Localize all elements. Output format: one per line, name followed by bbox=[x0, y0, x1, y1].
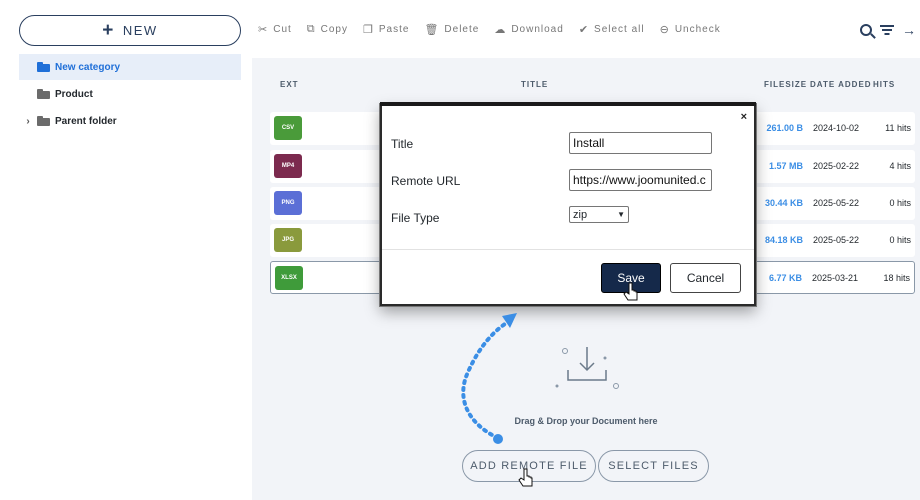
column-ext[interactable]: EXT bbox=[280, 80, 299, 89]
copy-button[interactable]: ⧉ Copy bbox=[307, 23, 348, 36]
search-icon[interactable] bbox=[860, 24, 872, 36]
select-files-button[interactable]: SELECT FILES bbox=[598, 450, 709, 482]
download-button[interactable]: ☁ Download bbox=[494, 23, 563, 36]
file-date: 2025-05-22 bbox=[812, 235, 859, 245]
toolbar-right: → bbox=[860, 22, 916, 38]
cut-button[interactable]: ✂ Cut bbox=[258, 23, 292, 36]
upload-icon bbox=[555, 347, 619, 389]
modal-divider bbox=[382, 249, 754, 250]
file-hits: 18 hits bbox=[883, 273, 910, 283]
copy-label: Copy bbox=[320, 23, 348, 35]
download-label: Download bbox=[511, 23, 564, 35]
paste-label: Paste bbox=[378, 23, 410, 35]
cut-label: Cut bbox=[273, 23, 292, 35]
new-button-label: NEW bbox=[122, 23, 158, 38]
folder-icon bbox=[37, 62, 50, 72]
file-type-badge: MP4 bbox=[274, 154, 302, 178]
column-title[interactable]: TITLE bbox=[521, 80, 548, 89]
file-hits: 11 hits bbox=[885, 123, 911, 133]
uncheck-button[interactable]: ⊖ Uncheck bbox=[660, 23, 721, 36]
file-type-select[interactable]: zip ▼ bbox=[569, 206, 629, 223]
chevron-down-icon: ▼ bbox=[617, 210, 625, 219]
remote-url-label: Remote URL bbox=[391, 174, 461, 188]
file-size: 1.57 MB bbox=[768, 161, 803, 171]
save-button[interactable]: Save bbox=[601, 263, 661, 293]
category-parent-folder[interactable]: › Parent folder bbox=[19, 108, 241, 134]
category-tree: New category Product › Parent folder bbox=[19, 54, 241, 135]
category-label: Parent folder bbox=[55, 115, 117, 127]
arrow-right-icon[interactable]: → bbox=[902, 22, 916, 38]
file-hits: 0 hits bbox=[889, 235, 911, 245]
category-label: New category bbox=[55, 61, 121, 73]
scissors-icon: ✂ bbox=[258, 23, 269, 36]
filter-icon[interactable] bbox=[880, 24, 894, 36]
cancel-button[interactable]: Cancel bbox=[670, 263, 741, 293]
toolbar: ✂ Cut ⧉ Copy ❐ Paste 🗑 Delete ☁ Download… bbox=[252, 0, 920, 58]
trash-icon: 🗑 bbox=[424, 23, 440, 36]
uncheck-icon: ⊖ bbox=[659, 23, 670, 36]
column-filesize[interactable]: FILESIZE bbox=[764, 80, 807, 89]
category-new-category[interactable]: New category bbox=[19, 54, 241, 80]
folder-icon bbox=[37, 116, 50, 126]
title-label: Title bbox=[391, 137, 414, 151]
paste-icon: ❐ bbox=[363, 23, 374, 36]
uncheck-label: Uncheck bbox=[674, 23, 721, 35]
file-hits: 4 hits bbox=[889, 161, 911, 171]
file-type-badge: CSV bbox=[274, 116, 302, 140]
column-date-added[interactable]: DATE ADDED bbox=[810, 80, 872, 89]
category-product[interactable]: Product bbox=[19, 81, 241, 107]
file-type-label: File Type bbox=[391, 211, 440, 225]
paste-button[interactable]: ❐ Paste bbox=[363, 23, 409, 36]
file-type-badge: XLSX bbox=[275, 266, 303, 290]
file-type-value: zip bbox=[573, 208, 588, 221]
file-date: 2024-10-02 bbox=[812, 123, 859, 133]
delete-button[interactable]: 🗑 Delete bbox=[424, 23, 479, 36]
file-size: 84.18 KB bbox=[764, 235, 803, 245]
drag-drop-text: Drag & Drop your Document here bbox=[514, 416, 658, 426]
close-icon[interactable]: × bbox=[741, 111, 747, 123]
file-type-badge: JPG bbox=[274, 228, 302, 252]
plus-icon: + bbox=[102, 20, 115, 41]
remote-url-input[interactable]: https://www.joomunited.c bbox=[569, 169, 712, 191]
file-size: 6.77 KB bbox=[768, 273, 802, 283]
file-size: 30.44 KB bbox=[764, 198, 803, 208]
file-type-badge: PNG bbox=[274, 191, 302, 215]
delete-label: Delete bbox=[444, 23, 480, 35]
copy-icon: ⧉ bbox=[306, 22, 316, 35]
file-size: 261.00 B bbox=[766, 123, 803, 133]
chevron-right-icon[interactable]: › bbox=[19, 116, 37, 127]
select-all-label: Select all bbox=[594, 23, 645, 35]
file-date: 2025-05-22 bbox=[812, 198, 859, 208]
sidebar: + NEW New category Product › Parent fold… bbox=[0, 0, 252, 500]
select-all-button[interactable]: ✔ Select all bbox=[579, 23, 645, 36]
file-hits: 0 hits bbox=[889, 198, 911, 208]
file-date: 2025-03-21 bbox=[811, 273, 858, 283]
file-date: 2025-02-22 bbox=[812, 161, 859, 171]
check-all-icon: ✔ bbox=[578, 23, 590, 36]
add-remote-file-dialog: × Title Install Remote URL https://www.j… bbox=[380, 102, 756, 306]
download-icon: ☁ bbox=[494, 23, 507, 36]
category-label: Product bbox=[55, 88, 93, 100]
folder-icon bbox=[37, 89, 50, 99]
new-button[interactable]: + NEW bbox=[19, 15, 241, 46]
title-input[interactable]: Install bbox=[569, 132, 712, 154]
add-remote-file-button[interactable]: ADD REMOTE FILE bbox=[462, 450, 596, 482]
column-hits[interactable]: HITS bbox=[873, 80, 895, 89]
